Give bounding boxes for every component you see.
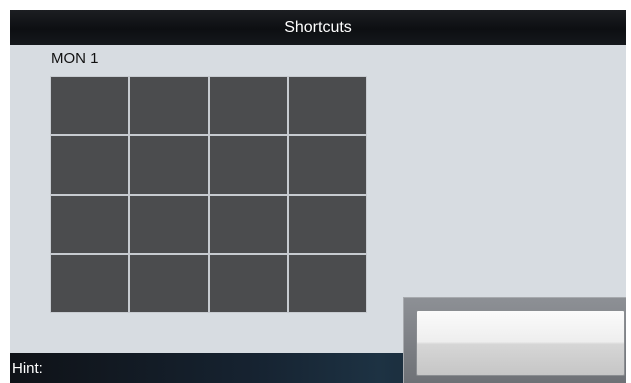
grid-cell-r3-c2[interactable]	[130, 195, 208, 253]
grid-cell-r3-c3[interactable]	[209, 195, 287, 253]
monitor-label: MON 1	[51, 50, 99, 67]
grid-cell-r2-c4[interactable]	[288, 136, 366, 194]
grid-cell-r4-c3[interactable]	[209, 254, 287, 312]
grid-cell-r2-c3[interactable]	[209, 136, 287, 194]
grid-cell-r3-c4[interactable]	[288, 195, 366, 253]
grid-cell-r2-c1[interactable]	[51, 136, 129, 194]
page-title: Shortcuts	[284, 18, 352, 36]
monitor-grid	[50, 76, 367, 313]
grid-cell-r1-c1[interactable]	[51, 77, 129, 135]
grid-cell-r4-c2[interactable]	[130, 254, 208, 312]
grid-cell-r4-c1[interactable]	[51, 254, 129, 312]
title-bar: Shortcuts	[10, 10, 626, 45]
grid-cell-r1-c3[interactable]	[209, 77, 287, 135]
grid-cell-r3-c1[interactable]	[51, 195, 129, 253]
action-button[interactable]	[416, 310, 625, 376]
grid-cell-r1-c4[interactable]	[288, 77, 366, 135]
shortcuts-screen: Shortcuts MON 1 Hint:	[10, 10, 626, 383]
grid-cell-r4-c4[interactable]	[288, 254, 366, 312]
grid-cell-r1-c2[interactable]	[130, 77, 208, 135]
hint-label: Hint:	[12, 360, 43, 377]
grid-cell-r2-c2[interactable]	[130, 136, 208, 194]
action-panel	[403, 297, 626, 383]
